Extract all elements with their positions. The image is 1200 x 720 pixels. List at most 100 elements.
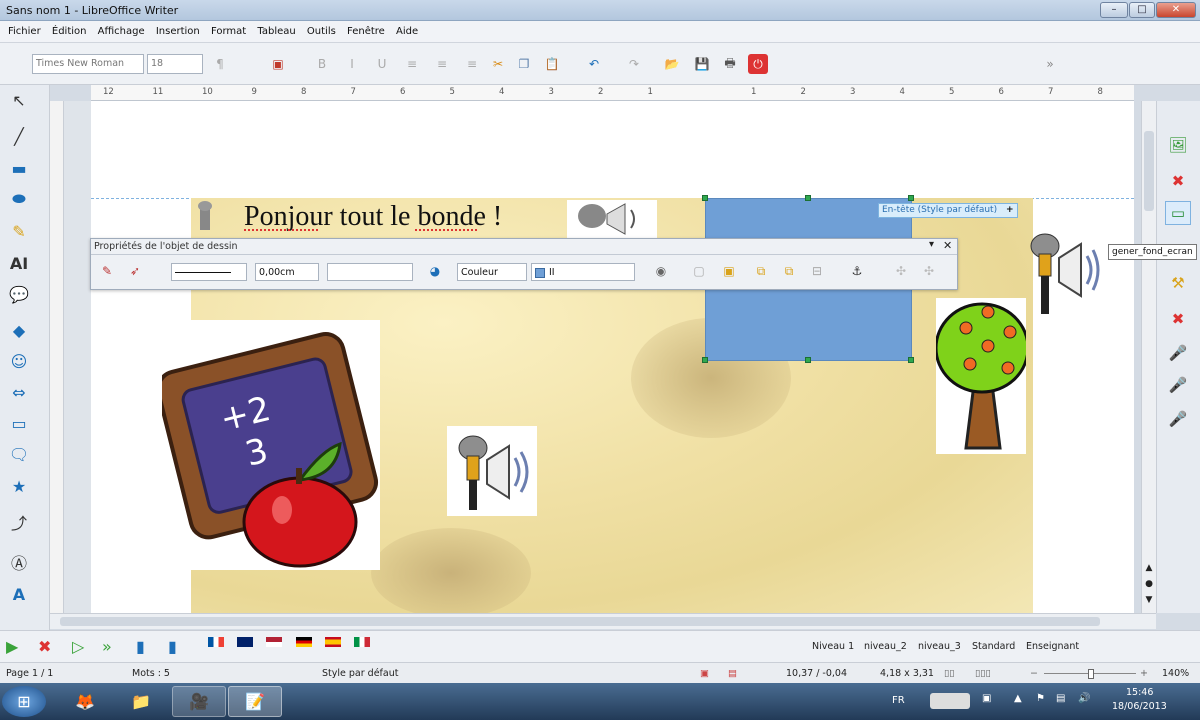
callout-icon[interactable]: 💬 — [8, 283, 30, 305]
view-multipage-icon[interactable]: ▯▯▯ — [975, 668, 991, 679]
resize-handle[interactable] — [702, 195, 708, 201]
italic-icon[interactable]: I — [342, 54, 362, 74]
fontwork-icon[interactable]: Ⓐ — [8, 551, 30, 573]
group-icon[interactable]: ✣ — [891, 261, 911, 281]
fill-value-select[interactable]: II — [531, 263, 635, 281]
speaker-mic-image-right[interactable] — [1023, 228, 1105, 316]
block-arrows-icon[interactable]: ⇔ — [8, 381, 30, 403]
menu-affichage[interactable]: Affichage — [98, 26, 145, 37]
underline-icon[interactable]: U — [372, 54, 392, 74]
resize-handle[interactable] — [908, 357, 914, 363]
open-icon[interactable]: 📂 — [662, 54, 682, 74]
anchor-icon[interactable]: ⚓ — [847, 261, 867, 281]
menu-tableau[interactable]: Tableau — [257, 26, 295, 37]
zoom-out-icon[interactable]: − — [1030, 668, 1038, 679]
send-backward-icon[interactable]: ⧉ — [779, 261, 799, 281]
minimize-button[interactable]: – — [1100, 2, 1128, 18]
align-left-icon[interactable]: ≡ — [402, 54, 422, 74]
arrange-icon[interactable]: ⚒ — [1165, 271, 1191, 295]
tray-device-icon[interactable]: ▣ — [982, 693, 991, 704]
tray-app-icon[interactable] — [930, 693, 970, 709]
microphone-icon[interactable] — [190, 200, 230, 236]
level-3-button[interactable]: niveau_3 — [918, 641, 961, 652]
line-icon[interactable]: ╱ — [8, 125, 30, 147]
rectangle-icon[interactable]: ▬ — [8, 157, 30, 179]
flag-de-icon[interactable] — [295, 637, 312, 647]
flag-fr-icon[interactable] — [208, 637, 224, 647]
symbol-shapes-icon[interactable]: ☺ — [8, 350, 30, 372]
resize-handle[interactable] — [908, 195, 914, 201]
standard-button[interactable]: Standard — [972, 641, 1015, 652]
teacher-button[interactable]: Enseignant — [1026, 641, 1079, 652]
line-style-select[interactable] — [171, 263, 247, 281]
menu-fenetre[interactable]: Fenêtre — [347, 26, 385, 37]
line-color-select[interactable] — [327, 263, 413, 281]
speaker-mic-image-center[interactable] — [447, 426, 537, 516]
camera-recorder-icon[interactable]: 🎥 — [172, 686, 226, 717]
callouts-icon[interactable]: 🗨 — [8, 443, 30, 465]
undo-icon[interactable]: ↶ — [584, 54, 604, 74]
wrap-off-icon[interactable]: ▢ — [689, 261, 709, 281]
generate-background-icon[interactable]: ▭ — [1165, 201, 1191, 225]
copy-icon[interactable]: ❐ — [514, 54, 534, 74]
chalkboard-apple-image[interactable]: +2 3 — [156, 320, 380, 570]
menu-insertion[interactable]: Insertion — [156, 26, 200, 37]
text-icon[interactable]: AI — [8, 252, 30, 274]
tree-image[interactable] — [934, 298, 1030, 454]
toolbar-close-icon[interactable]: ✕ — [943, 239, 952, 252]
align-icon[interactable]: ⊟ — [807, 261, 827, 281]
font-size-box[interactable]: 18 — [147, 54, 203, 74]
maximize-button[interactable]: □ — [1129, 2, 1155, 18]
writer-icon[interactable]: 📝 — [228, 686, 282, 717]
toolbar-menu-icon[interactable]: ▾ — [929, 239, 934, 250]
zoom-slider-thumb[interactable] — [1088, 669, 1094, 679]
horizontal-scrollbar[interactable] — [50, 613, 1156, 629]
resize-handle[interactable] — [702, 357, 708, 363]
tray-expand-icon[interactable]: ▲ — [1014, 693, 1022, 704]
bold-icon[interactable]: B — [312, 54, 332, 74]
stars-icon[interactable]: ★ — [8, 475, 30, 497]
next-page-icon[interactable]: ▼ — [1142, 595, 1156, 609]
firefox-icon[interactable]: 🦊 — [58, 686, 112, 717]
resize-handle[interactable] — [805, 357, 811, 363]
flag-es-icon[interactable] — [324, 637, 341, 647]
level-2-button[interactable]: niveau_2 — [864, 641, 907, 652]
line-style-icon[interactable]: ✎ — [97, 261, 117, 281]
shadow-icon[interactable]: ◉ — [651, 261, 671, 281]
menu-edition[interactable]: Édition — [52, 26, 87, 37]
basic-shapes-icon[interactable]: ◆ — [8, 319, 30, 341]
mic-delete-icon[interactable]: 🎤 — [1165, 373, 1191, 397]
redo-icon[interactable]: ↷ — [624, 54, 644, 74]
level-chart-icon[interactable]: ▮ — [136, 637, 145, 656]
start-icon[interactable]: ⊞ — [2, 686, 46, 717]
menu-aide[interactable]: Aide — [396, 26, 418, 37]
bring-forward-icon[interactable]: ⧉ — [751, 261, 771, 281]
resize-handle[interactable] — [805, 195, 811, 201]
ungroup-icon[interactable]: ✣ — [919, 261, 939, 281]
navigator-icon[interactable]: ● — [1142, 579, 1156, 593]
zoom-in-icon[interactable]: + — [1140, 668, 1148, 679]
menu-format[interactable]: Format — [211, 26, 246, 37]
menu-fichier[interactable]: Fichier — [8, 26, 41, 37]
level-chart-2-icon[interactable]: ▮ — [168, 637, 177, 656]
area-fill-icon[interactable]: ◕ — [425, 261, 445, 281]
stop-icon[interactable]: ⏻ — [748, 54, 768, 74]
image-icon[interactable]: ▣ — [268, 54, 288, 74]
stop-all-icon[interactable]: ✖ — [38, 637, 51, 656]
speaker-mic-image[interactable] — [567, 200, 657, 238]
remove-arrange-icon[interactable]: ✖ — [1165, 307, 1191, 331]
scroll-thumb[interactable] — [1144, 131, 1154, 211]
cut-icon[interactable]: ✂ — [488, 54, 508, 74]
freeform-icon[interactable]: ✎ — [8, 220, 30, 242]
tray-network-icon[interactable]: ▤ — [1056, 693, 1065, 704]
level-1-button[interactable]: Niveau 1 — [812, 641, 854, 652]
clock-time[interactable]: 15:46 — [1126, 687, 1153, 698]
explorer-icon[interactable]: 📁 — [114, 686, 168, 717]
align-right-icon[interactable]: ≡ — [462, 54, 482, 74]
header-tag-plus-icon[interactable]: + — [1006, 205, 1014, 215]
mic-record-icon[interactable]: 🎤 — [1165, 341, 1191, 365]
language-indicator[interactable]: FR — [892, 695, 905, 706]
tray-flag-icon[interactable]: ⚑ — [1036, 693, 1045, 704]
vertical-scrollbar[interactable]: ▲ ● ▼ — [1141, 101, 1156, 613]
paste-icon[interactable]: 📋 — [542, 54, 562, 74]
